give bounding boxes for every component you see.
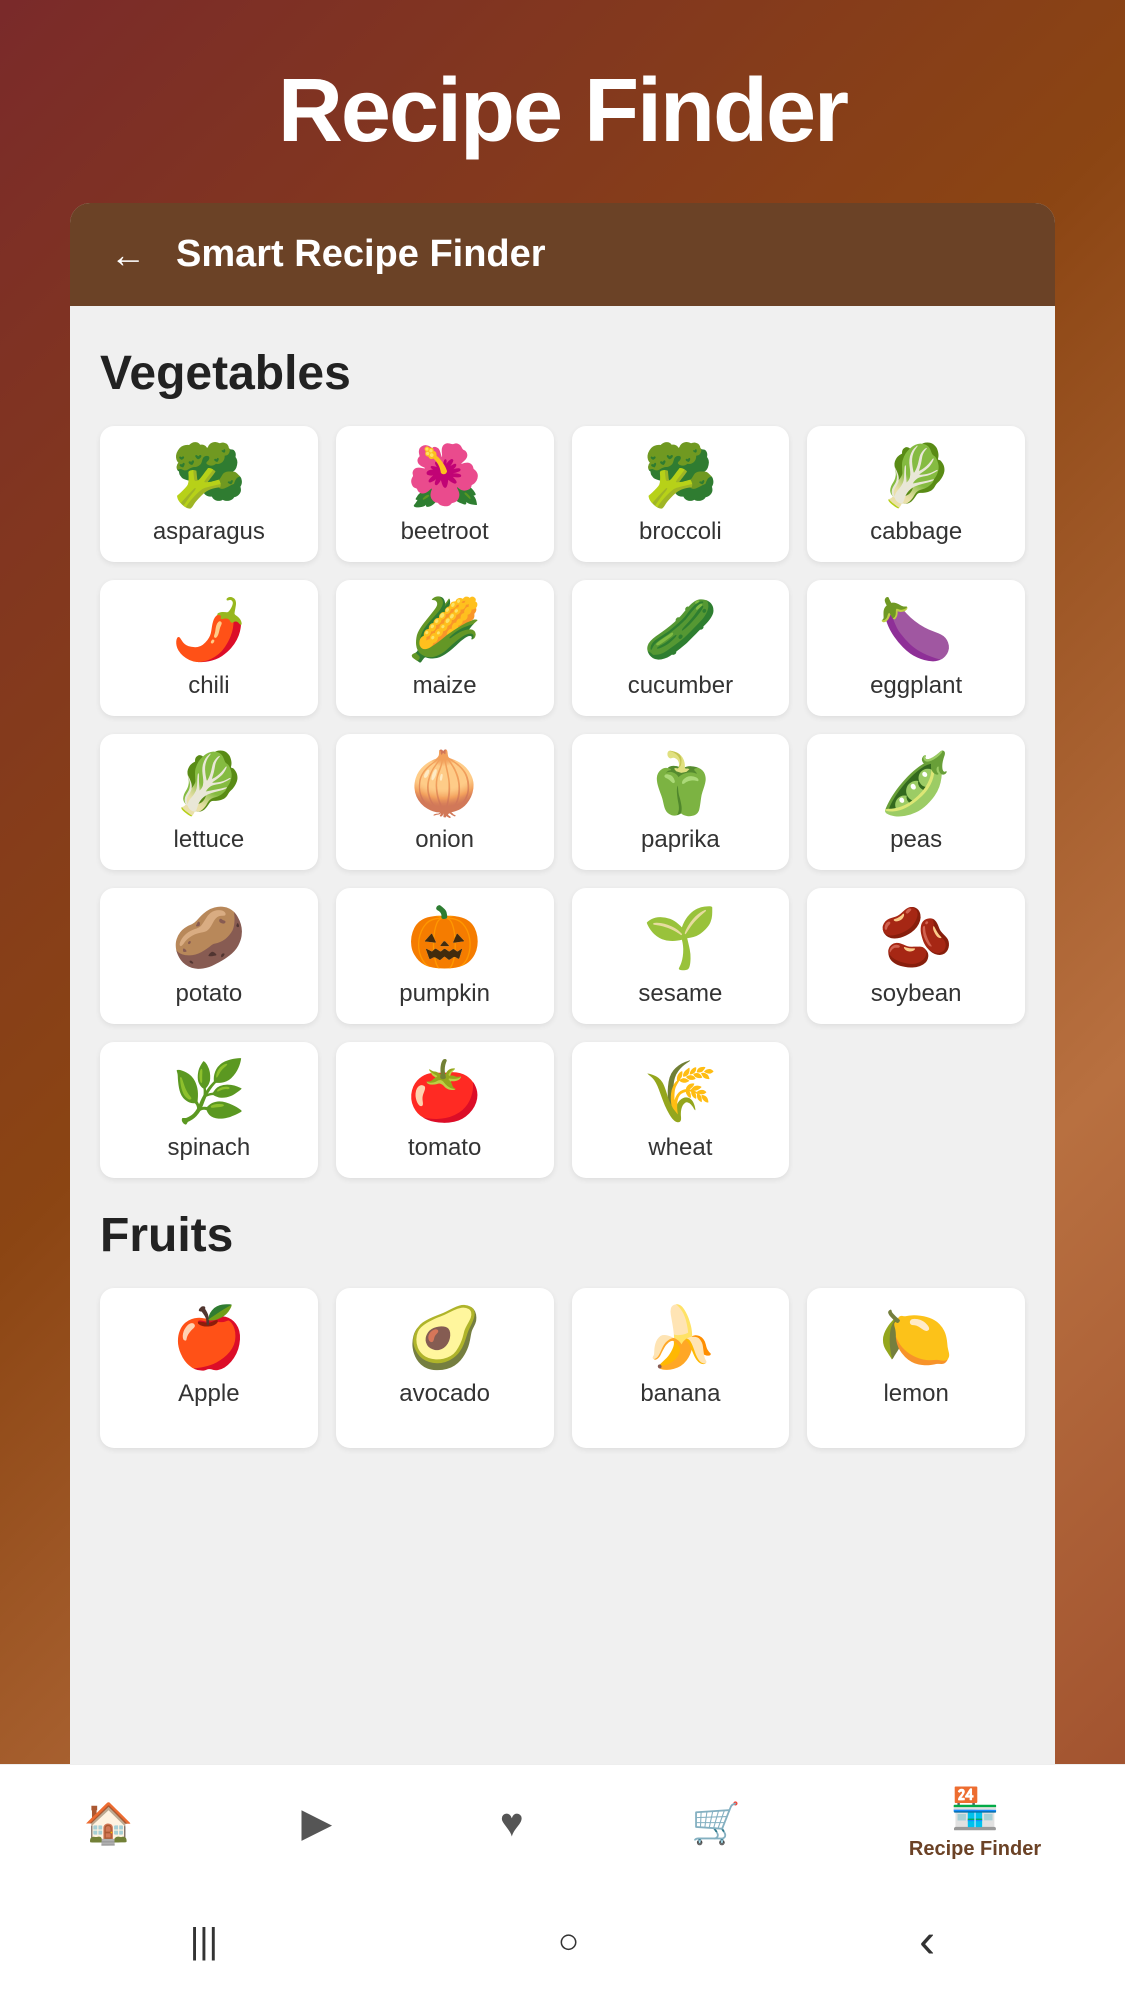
system-home-button[interactable]: ○ <box>558 1920 580 1962</box>
avocado-icon: 🥑 <box>407 1308 482 1368</box>
heart-icon: ♥ <box>500 1801 524 1846</box>
nav-favorites[interactable]: ♥ <box>500 1801 524 1846</box>
cucumber-icon: 🥒 <box>643 600 718 660</box>
item-spinach[interactable]: 🌿 spinach <box>100 1042 318 1178</box>
pumpkin-icon: 🎃 <box>407 908 482 968</box>
item-pumpkin[interactable]: 🎃 pumpkin <box>336 888 554 1024</box>
item-apple[interactable]: 🍎 Apple <box>100 1288 318 1448</box>
nav-cart[interactable]: 🛒 <box>691 1800 741 1847</box>
eggplant-icon: 🍆 <box>879 600 954 660</box>
item-avocado[interactable]: 🥑 avocado <box>336 1288 554 1448</box>
asparagus-icon: 🥦 <box>172 446 247 506</box>
cabbage-icon: 🥬 <box>879 446 954 506</box>
vegetables-grid: 🥦 asparagus 🌺 beetroot 🥦 broccoli 🥬 cabb… <box>100 426 1025 1178</box>
banana-label: banana <box>640 1380 720 1408</box>
bottom-nav: 🏠 ▶ ♥ 🛒 🏪 Recipe Finder <box>0 1764 1125 1881</box>
card-body: Vegetables 🥦 asparagus 🌺 beetroot 🥦 broc… <box>70 306 1055 1813</box>
peas-icon: 🫛 <box>879 754 954 814</box>
system-nav: ||| ○ ‹ <box>0 1881 1125 2001</box>
home-icon: 🏠 <box>84 1800 134 1847</box>
item-beetroot[interactable]: 🌺 beetroot <box>336 426 554 562</box>
beetroot-label: beetroot <box>401 518 489 546</box>
potato-icon: 🥔 <box>172 908 247 968</box>
avocado-label: avocado <box>399 1380 490 1408</box>
soybean-label: soybean <box>871 980 962 1008</box>
peas-label: peas <box>890 826 942 854</box>
play-icon: ▶ <box>301 1800 332 1846</box>
maize-icon: 🌽 <box>407 600 482 660</box>
item-onion[interactable]: 🧅 onion <box>336 734 554 870</box>
system-back-button[interactable]: ‹ <box>919 1914 935 1969</box>
item-lemon[interactable]: 🍋 lemon <box>807 1288 1025 1448</box>
sesame-label: sesame <box>638 980 722 1008</box>
tomato-icon: 🍅 <box>407 1062 482 1122</box>
item-cabbage[interactable]: 🥬 cabbage <box>807 426 1025 562</box>
paprika-label: paprika <box>641 826 720 854</box>
main-card: ← Smart Recipe Finder Vegetables 🥦 aspar… <box>70 203 1055 1813</box>
broccoli-label: broccoli <box>639 518 722 546</box>
card-header-title: Smart Recipe Finder <box>176 233 546 276</box>
tomato-label: tomato <box>408 1134 481 1162</box>
pumpkin-label: pumpkin <box>399 980 490 1008</box>
section-vegetables: Vegetables <box>100 346 1025 401</box>
item-paprika[interactable]: 🫑 paprika <box>572 734 790 870</box>
wheat-icon: 🌾 <box>643 1062 718 1122</box>
item-sesame[interactable]: 🌱 sesame <box>572 888 790 1024</box>
item-asparagus[interactable]: 🥦 asparagus <box>100 426 318 562</box>
maize-label: maize <box>413 672 477 700</box>
asparagus-label: asparagus <box>153 518 265 546</box>
nav-home[interactable]: 🏠 <box>84 1800 134 1847</box>
soybean-icon: 🫘 <box>879 908 954 968</box>
item-potato[interactable]: 🥔 potato <box>100 888 318 1024</box>
banana-icon: 🍌 <box>643 1308 718 1368</box>
back-button[interactable]: ← <box>110 234 146 276</box>
sesame-icon: 🌱 <box>643 908 718 968</box>
potato-label: potato <box>176 980 243 1008</box>
lemon-icon: 🍋 <box>879 1308 954 1368</box>
item-soybean[interactable]: 🫘 soybean <box>807 888 1025 1024</box>
lettuce-icon: 🥬 <box>172 754 247 814</box>
spinach-label: spinach <box>168 1134 251 1162</box>
item-wheat[interactable]: 🌾 wheat <box>572 1042 790 1178</box>
card-header: ← Smart Recipe Finder <box>70 203 1055 306</box>
nav-recipe-finder-label: Recipe Finder <box>909 1838 1041 1861</box>
item-maize[interactable]: 🌽 maize <box>336 580 554 716</box>
fruits-grid: 🍎 Apple 🥑 avocado 🍌 banana 🍋 lemon <box>100 1288 1025 1448</box>
empty-slot <box>807 1042 1025 1178</box>
lettuce-label: lettuce <box>174 826 245 854</box>
nav-recipe-finder[interactable]: 🏪 Recipe Finder <box>909 1785 1041 1861</box>
beetroot-icon: 🌺 <box>407 446 482 506</box>
store-icon: 🏪 <box>950 1785 1000 1832</box>
cabbage-label: cabbage <box>870 518 962 546</box>
item-lettuce[interactable]: 🥬 lettuce <box>100 734 318 870</box>
onion-icon: 🧅 <box>407 754 482 814</box>
apple-icon: 🍎 <box>172 1308 247 1368</box>
item-peas[interactable]: 🫛 peas <box>807 734 1025 870</box>
app-title: Recipe Finder <box>0 0 1125 203</box>
item-banana[interactable]: 🍌 banana <box>572 1288 790 1448</box>
item-cucumber[interactable]: 🥒 cucumber <box>572 580 790 716</box>
eggplant-label: eggplant <box>870 672 962 700</box>
chili-icon: 🌶️ <box>172 600 247 660</box>
cucumber-label: cucumber <box>628 672 733 700</box>
nav-play[interactable]: ▶ <box>301 1800 332 1846</box>
wheat-label: wheat <box>648 1134 712 1162</box>
item-tomato[interactable]: 🍅 tomato <box>336 1042 554 1178</box>
apple-label: Apple <box>178 1380 239 1408</box>
spinach-icon: 🌿 <box>172 1062 247 1122</box>
chili-label: chili <box>188 672 229 700</box>
paprika-icon: 🫑 <box>643 754 718 814</box>
system-lines-button[interactable]: ||| <box>190 1920 218 1962</box>
item-chili[interactable]: 🌶️ chili <box>100 580 318 716</box>
broccoli-icon: 🥦 <box>643 446 718 506</box>
section-fruits: Fruits <box>100 1208 1025 1263</box>
item-broccoli[interactable]: 🥦 broccoli <box>572 426 790 562</box>
cart-icon: 🛒 <box>691 1800 741 1847</box>
lemon-label: lemon <box>883 1380 948 1408</box>
item-eggplant[interactable]: 🍆 eggplant <box>807 580 1025 716</box>
onion-label: onion <box>415 826 474 854</box>
